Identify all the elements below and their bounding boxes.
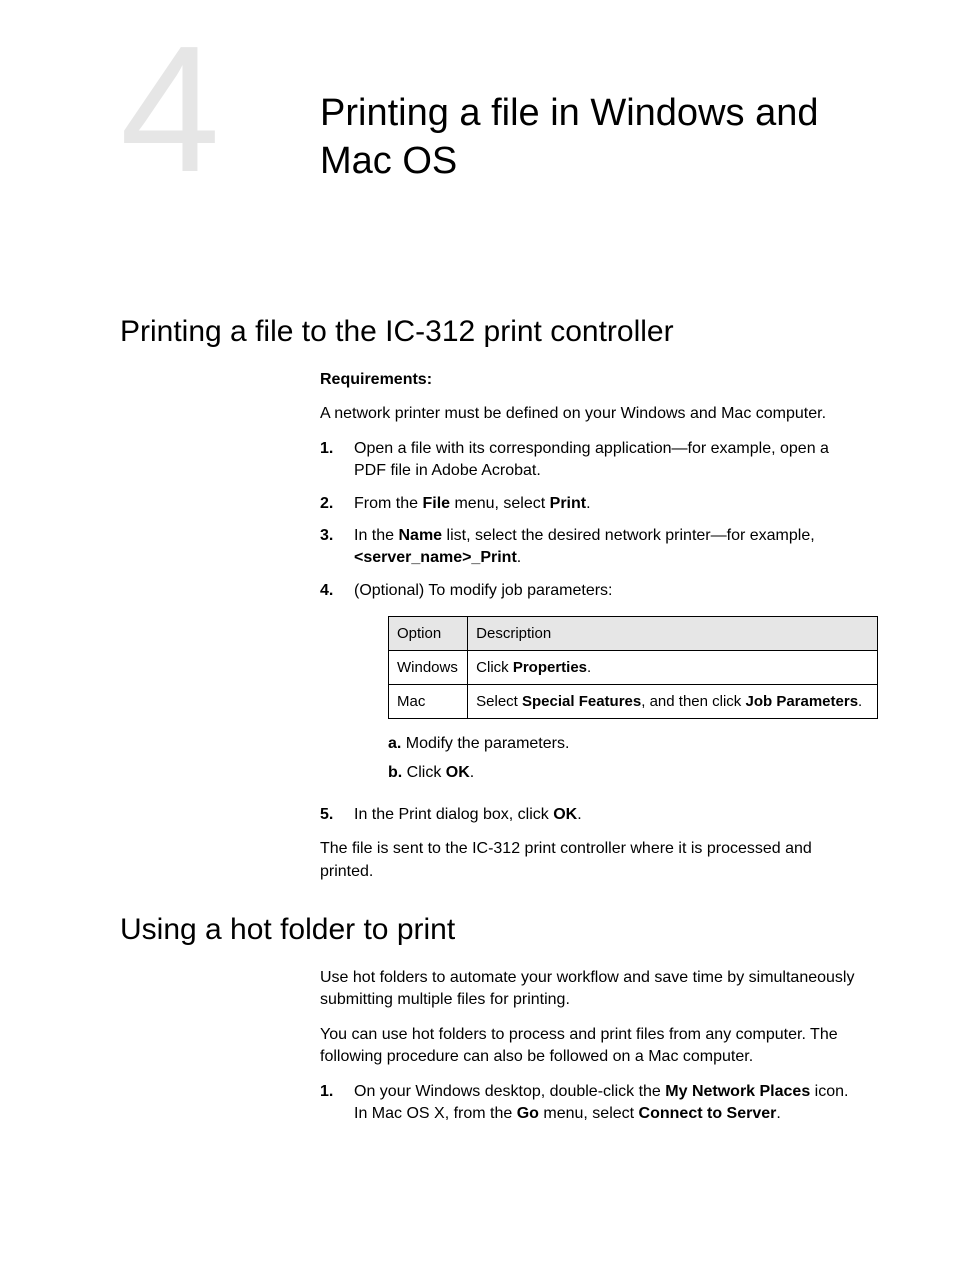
table-cell-description: Select Special Features, and then click … xyxy=(468,685,878,719)
table-row: Windows Click Properties. xyxy=(389,651,878,685)
step-number: 4. xyxy=(320,580,354,794)
substep-a: a. Modify the parameters. xyxy=(388,733,864,755)
table-cell-option: Mac xyxy=(389,685,468,719)
section2-para1: Use hot folders to automate your workflo… xyxy=(320,967,864,1012)
substeps: a. Modify the parameters. b. Click OK. xyxy=(388,733,864,784)
step-text: On your Windows desktop, double-click th… xyxy=(354,1081,864,1126)
step-4: 4. (Optional) To modify job parameters: … xyxy=(320,580,864,794)
step-text: Open a file with its corresponding appli… xyxy=(354,438,864,483)
substep-b: b. Click OK. xyxy=(388,762,864,784)
chapter-title: Printing a file in Windows and Mac OS xyxy=(320,90,864,185)
document-page: 4 Printing a file in Windows and Mac OS … xyxy=(0,0,954,1195)
step-number: 3. xyxy=(320,525,354,570)
table-row: Mac Select Special Features, and then cl… xyxy=(389,685,878,719)
section1-steps: 1. Open a file with its corresponding ap… xyxy=(320,438,864,827)
requirements-text: A network printer must be defined on you… xyxy=(320,403,864,425)
section2-steps: 1. On your Windows desktop, double-click… xyxy=(320,1081,864,1126)
table-header-description: Description xyxy=(468,617,878,651)
section2-para2: You can use hot folders to process and p… xyxy=(320,1024,864,1069)
section-heading-2: Using a hot folder to print xyxy=(120,913,864,947)
step-number: 2. xyxy=(320,493,354,515)
step-text: (Optional) To modify job parameters: Opt… xyxy=(354,580,864,794)
step-5: 5. In the Print dialog box, click OK. xyxy=(320,804,864,826)
section1-closing: The file is sent to the IC-312 print con… xyxy=(320,838,864,883)
step-3: 3. In the Name list, select the desired … xyxy=(320,525,864,570)
step-1: 1. Open a file with its corresponding ap… xyxy=(320,438,864,483)
step-2: 2. From the File menu, select Print. xyxy=(320,493,864,515)
table-cell-description: Click Properties. xyxy=(468,651,878,685)
step-1: 1. On your Windows desktop, double-click… xyxy=(320,1081,864,1126)
table-cell-option: Windows xyxy=(389,651,468,685)
step-text: From the File menu, select Print. xyxy=(354,493,864,515)
options-table: Option Description Windows Click Propert… xyxy=(388,616,878,719)
section2-body: Use hot folders to automate your workflo… xyxy=(320,967,864,1125)
section-heading-1: Printing a file to the IC-312 print cont… xyxy=(120,315,864,349)
step-number: 5. xyxy=(320,804,354,826)
step-text: In the Name list, select the desired net… xyxy=(354,525,864,570)
table-header-option: Option xyxy=(389,617,468,651)
step-number: 1. xyxy=(320,438,354,483)
requirements-label: Requirements: xyxy=(320,369,864,391)
step-text: In the Print dialog box, click OK. xyxy=(354,804,864,826)
chapter-number: 4 xyxy=(120,20,220,200)
section1-body: Requirements: A network printer must be … xyxy=(320,369,864,883)
step-number: 1. xyxy=(320,1081,354,1126)
